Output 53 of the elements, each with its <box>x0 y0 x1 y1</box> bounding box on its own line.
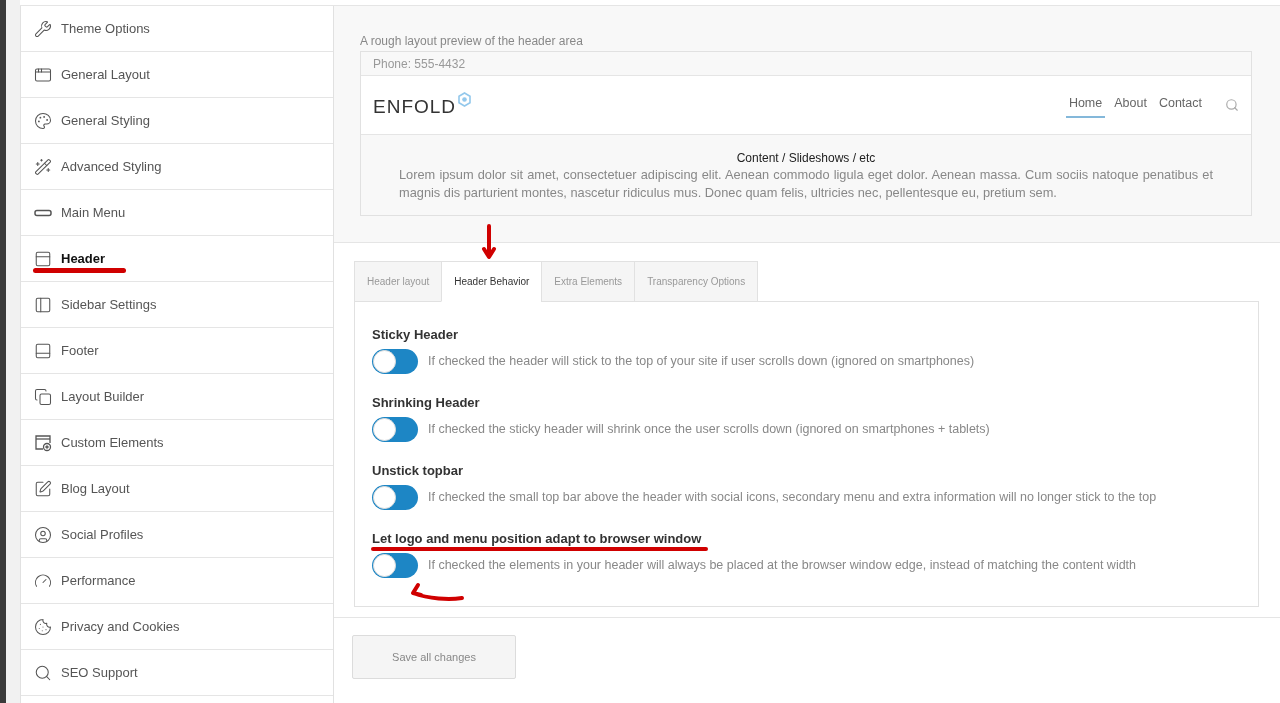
nav-link[interactable]: About <box>1111 92 1150 118</box>
search-icon <box>34 663 52 682</box>
sidebar-item[interactable]: Advanced Styling <box>21 144 333 190</box>
setting-description: If checked the sticky header will shrink once the user scrolls down (ignored on smartphones + tablets) <box>428 421 990 439</box>
search-icon[interactable] <box>1225 98 1239 112</box>
palette-icon <box>34 111 52 130</box>
hexagon-icon <box>457 91 473 107</box>
sidebar-item[interactable]: Sidebar Settings <box>21 282 333 328</box>
sidebar-item[interactable]: Privacy and Cookies <box>21 604 333 650</box>
sidebar-item[interactable]: SEO Support <box>21 650 333 696</box>
panel-left-icon <box>34 295 52 314</box>
annotation-arrow <box>481 224 497 260</box>
sidebar-item[interactable]: General Styling <box>21 98 333 144</box>
sidebar-item[interactable]: Custom Elements <box>21 420 333 466</box>
bar-icon <box>34 208 52 217</box>
setting-label: Let logo and menu position adapt to browser window <box>372 532 702 545</box>
sidebar-item[interactable]: General Layout <box>21 52 333 98</box>
setting-description: If checked the header will stick to the top of your site if user scrolls down (ignored on smartphones) <box>428 353 975 371</box>
panel-top-icon <box>34 249 52 268</box>
setting-description: If checked the elements in your header will always be placed at the browser window edge, instead of matching the content width <box>428 557 1137 575</box>
setting-label: Unstick topbar <box>372 464 463 477</box>
user-circle-icon <box>34 525 52 544</box>
gauge-icon <box>34 571 52 590</box>
stacked-squares-icon <box>34 387 52 406</box>
toggle-switch[interactable] <box>372 417 418 442</box>
content-title: Content / Slideshows / etc <box>736 150 876 166</box>
nav-link[interactable]: Home <box>1065 92 1106 118</box>
tab[interactable]: Header Behavior <box>441 261 543 302</box>
edit-icon <box>34 479 52 498</box>
sidebar-item[interactable]: Main Menu <box>21 190 333 236</box>
sidebar-item[interactable]: Blog Layout <box>21 466 333 512</box>
toggle-switch[interactable] <box>372 553 418 578</box>
lorem-paragraph: Lorem ipsum dolor sit amet, consectetuer adipiscing elit. Aenean commodo ligula eget dolor. Aenean massa. Cum sociis natoque penatibus et magnis dis parturient montes, nascetur ridiculus mus. Donec quam felis, ultricies nec, pellentesque eu, pretium sem. <box>399 166 1213 202</box>
setting-label: Shrinking Header <box>372 396 480 409</box>
cookie-icon <box>34 617 52 636</box>
sidebar-item[interactable]: Social Profiles <box>21 512 333 558</box>
phone-text: Phone: 555-4432 <box>373 55 466 73</box>
window-icon <box>34 65 52 84</box>
sidebar-item[interactable]: Performance <box>21 558 333 604</box>
sidebar-item[interactable]: Footer <box>21 328 333 374</box>
window-plus-icon <box>34 433 52 452</box>
setting-description: If checked the small top bar above the header with social icons, secondary menu and extra information will no longer stick to the top <box>428 489 1157 507</box>
nav-link[interactable]: Contact <box>1155 92 1205 118</box>
logo-text: ENFOLD <box>373 94 457 119</box>
toggle-switch[interactable] <box>372 485 418 510</box>
preview-caption: A rough layout preview of the header area <box>360 33 584 49</box>
setting-label: Sticky Header <box>372 328 458 341</box>
panel-bottom-icon <box>34 341 52 360</box>
sidebar-item[interactable]: Theme Options <box>21 6 333 52</box>
wrench-icon <box>34 19 52 38</box>
sidebar-item[interactable]: Layout Builder <box>21 374 333 420</box>
toggle-switch[interactable] <box>372 349 418 374</box>
magic-wand-icon <box>34 157 52 176</box>
